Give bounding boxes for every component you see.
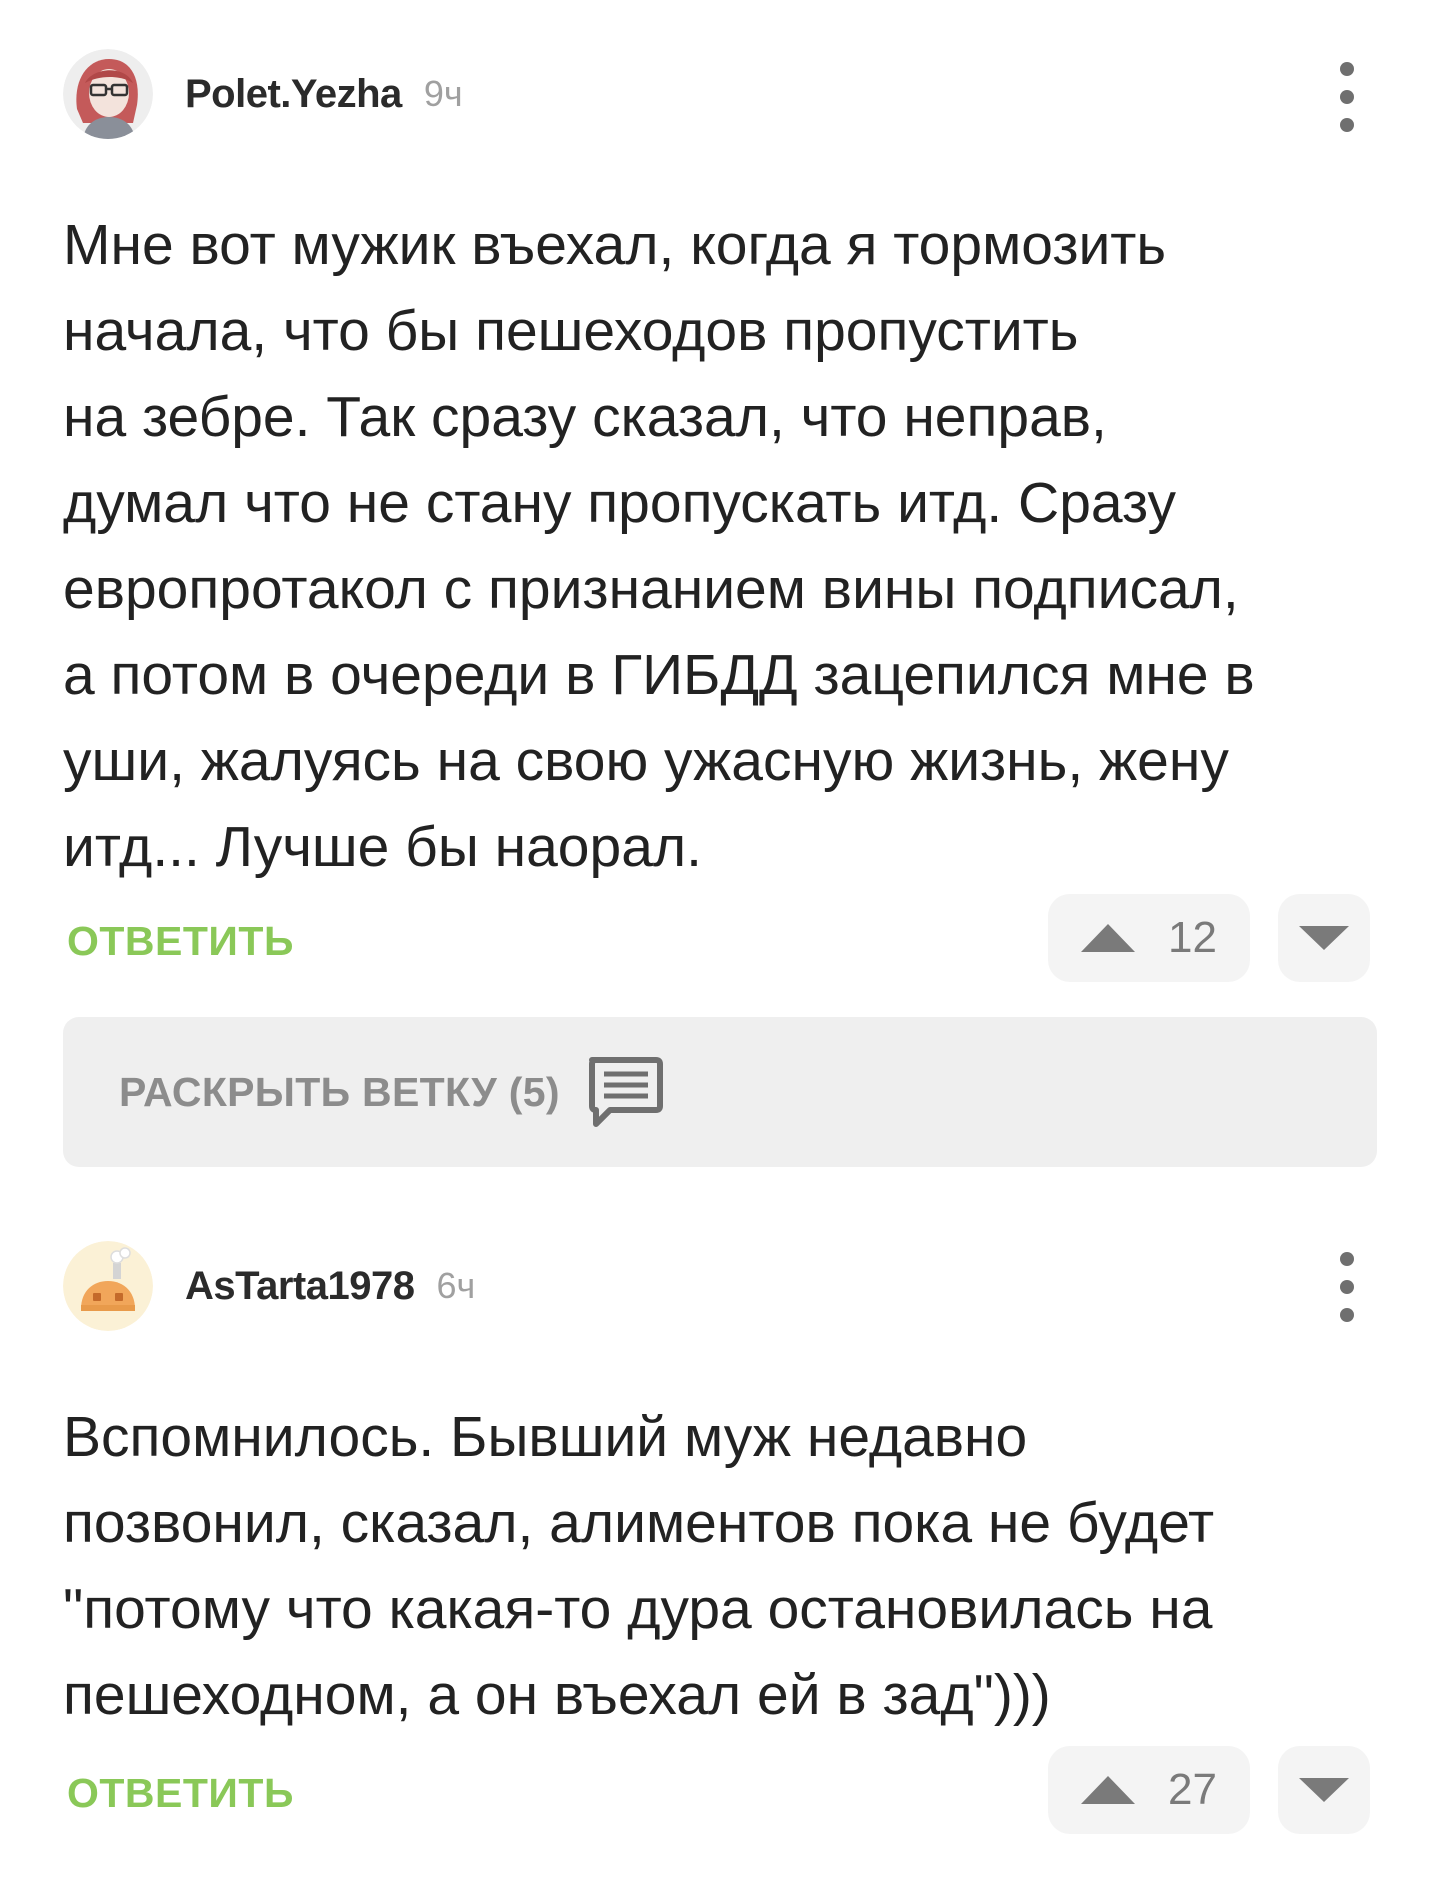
downvote-button[interactable] (1278, 1746, 1370, 1834)
expand-thread-label: РАСКРЫТЬ ВЕТКУ (5) (119, 1068, 560, 1115)
downvote-button[interactable] (1278, 894, 1370, 982)
expand-thread-button[interactable]: РАСКРЫТЬ ВЕТКУ (5) (63, 1017, 1377, 1167)
rating-count: 27 (1168, 1765, 1217, 1814)
username[interactable]: Polet.Yezha (185, 72, 402, 117)
reply-button[interactable]: ОТВЕТИТЬ (67, 1770, 294, 1817)
comment-header: AsTarta1978 6ч (63, 1240, 475, 1332)
comment-icon (588, 1057, 663, 1127)
reply-button[interactable]: ОТВЕТИТЬ (67, 918, 294, 965)
upvote-button[interactable]: 12 (1048, 894, 1250, 982)
username[interactable]: AsTarta1978 (185, 1264, 415, 1309)
woman-glasses-avatar-icon (63, 49, 153, 139)
comment-text: Вспомнилось. Бывший муж недавно позвонил… (63, 1405, 1215, 1727)
arrow-down-icon (1299, 926, 1349, 950)
house-avatar-icon (63, 1241, 153, 1331)
comment-header: Polet.Yezha 9ч (63, 48, 463, 140)
more-options-icon[interactable] (1332, 1252, 1362, 1322)
user-avatar[interactable] (63, 1241, 153, 1331)
timestamp: 9ч (423, 73, 463, 114)
user-avatar[interactable] (63, 49, 153, 139)
rating-count: 12 (1168, 913, 1217, 962)
more-options-icon[interactable] (1332, 62, 1362, 132)
upvote-button[interactable]: 27 (1048, 1746, 1250, 1834)
comment-text: Мне вот мужик въехал, когда я тормозить … (63, 213, 1255, 879)
arrow-up-icon (1081, 924, 1135, 952)
arrow-down-icon (1299, 1778, 1349, 1802)
arrow-up-icon (1081, 1776, 1135, 1804)
comment-2: AsTarta1978 6ч Вспомнилось. Бывший муж н… (0, 1200, 1440, 1903)
timestamp: 6ч (436, 1265, 476, 1306)
comment-1: Polet.Yezha 9ч Мне вот мужик въехал, ког… (0, 0, 1440, 1010)
